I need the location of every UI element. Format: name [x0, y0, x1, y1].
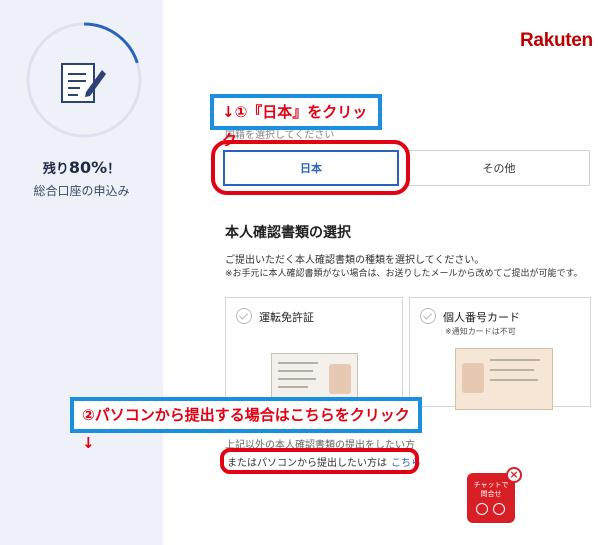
- country-option-other[interactable]: その他: [408, 150, 590, 186]
- card-label: 運転免許証: [259, 311, 314, 324]
- doc-card-drivers-license[interactable]: 運転免許証: [225, 297, 403, 410]
- section-description: ご提出いただく本人確認書類の種類を選択してください。: [225, 255, 485, 266]
- close-icon[interactable]: ×: [506, 467, 522, 483]
- chat-face-icon: [493, 503, 505, 515]
- remaining-prefix: 残り: [42, 162, 69, 177]
- my-number-card-image: [455, 348, 553, 410]
- annotation-step1: ↓①『日本』をクリック: [210, 94, 382, 149]
- remaining-progress: 残り80%！: [0, 158, 163, 177]
- annotation-highlight-japan: [211, 140, 410, 195]
- chat-label-line1: チャットで: [473, 481, 509, 489]
- section-title: 本人確認書類の選択: [225, 225, 351, 241]
- annotation-step2: ②パソコンから提出する場合はこちらをクリック↓: [70, 397, 422, 452]
- chat-label: チャットで 問合せ: [467, 481, 515, 499]
- application-form-icon: [61, 63, 106, 103]
- doc-card-my-number[interactable]: 個人番号カード ※通知カードは不可: [409, 297, 591, 410]
- card-label: 個人番号カード: [443, 311, 520, 324]
- chat-face-icon: [476, 503, 488, 515]
- check-icon: [420, 308, 436, 324]
- section-note: ※お手元に本人確認書類がない場合は、お送りしたメールから改めてご提出が可能です。: [225, 269, 583, 279]
- rakuten-logo: Rakuten: [520, 30, 593, 51]
- check-icon: [236, 308, 252, 324]
- remaining-percent: 80%: [68, 158, 108, 177]
- card-note: ※通知カードは不可: [445, 327, 516, 336]
- chat-label-line2: 問合せ: [480, 490, 502, 498]
- sidebar: 残り80%！ 総合口座の申込み: [0, 0, 163, 545]
- remaining-suffix: ！: [107, 162, 121, 177]
- annotation-highlight-pc-link: [220, 448, 419, 474]
- application-title: 総合口座の申込み: [33, 184, 130, 198]
